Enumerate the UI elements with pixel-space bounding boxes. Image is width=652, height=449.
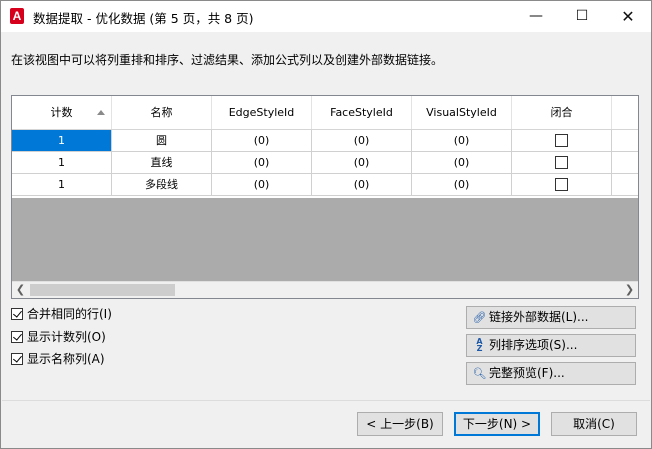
full-preview-button[interactable]: 🔍︎ 完整预览(F)... [466,362,636,385]
data-grid: 计数 名称 EdgeStyleId FaceStyleId VisualStyl… [11,95,639,299]
next-button[interactable]: 下一步(N) > [454,412,540,436]
scroll-right-arrow-icon[interactable]: ❯ [621,282,638,298]
column-header-more [612,96,638,129]
checkbox-checked-icon[interactable] [11,308,23,320]
close-button[interactable]: ✕ [605,1,651,32]
column-header-count[interactable]: 计数 [12,96,112,129]
name-cell[interactable]: 圆 [112,130,212,152]
sort-az-icon: AZ [476,337,483,353]
maximize-button[interactable]: ☐ [559,1,605,32]
autocad-app-icon: A [10,8,24,24]
visualstyleid-cell[interactable]: (0) [412,174,512,196]
name-cell[interactable]: 多段线 [112,174,212,196]
edgestyleid-cell[interactable]: (0) [212,130,312,152]
grid-header: 计数 名称 EdgeStyleId FaceStyleId VisualStyl… [12,96,638,130]
facestyleid-cell[interactable]: (0) [312,152,412,174]
checkbox-label: 合并相同的行(I) [27,307,112,321]
minimize-button[interactable]: — [513,1,559,32]
count-cell[interactable]: 1 [12,174,112,196]
column-header-edgestyleid[interactable]: EdgeStyleId [212,96,312,129]
column-header-visualstyleid[interactable]: VisualStyleId [412,96,512,129]
row-filler [612,130,638,152]
count-cell[interactable]: 1 [12,152,112,174]
checkbox-label: 显示计数列(O) [27,330,106,344]
facestyleid-cell[interactable]: (0) [312,130,412,152]
row-filler [612,174,638,196]
column-header-closed[interactable]: 闭合 [512,96,612,129]
window-title: 数据提取 - 优化数据 (第 5 页，共 8 页) [33,11,254,26]
table-row[interactable]: 1 直线 (0) (0) (0) [12,152,638,174]
visualstyleid-cell[interactable]: (0) [412,130,512,152]
edgestyleid-cell[interactable]: (0) [212,152,312,174]
closed-checkbox[interactable] [555,155,568,169]
preview-magnifier-icon: 🔍︎ [472,367,487,380]
footer-divider [2,400,650,401]
back-button[interactable]: < 上一步(B) [357,412,443,436]
closed-cell[interactable] [512,174,612,196]
checkbox-label: 显示名称列(A) [27,352,105,366]
link-icon: 🔗︎ [472,311,487,324]
closed-checkbox[interactable] [555,133,568,147]
checkbox-checked-icon[interactable] [11,353,23,365]
edgestyleid-cell[interactable]: (0) [212,174,312,196]
column-header-name[interactable]: 名称 [112,96,212,129]
closed-cell[interactable] [512,130,612,152]
sort-ascending-icon [97,110,105,115]
table-row[interactable]: 1 多段线 (0) (0) (0) [12,174,638,196]
scroll-left-arrow-icon[interactable]: ❮ [12,282,29,298]
facestyleid-cell[interactable]: (0) [312,174,412,196]
horizontal-scrollbar[interactable]: ❮ ❯ [12,281,638,298]
column-header-facestyleid[interactable]: FaceStyleId [312,96,412,129]
cancel-button[interactable]: 取消(C) [551,412,637,436]
checkbox-checked-icon[interactable] [11,331,23,343]
button-label: 链接外部数据(L)... [489,310,589,324]
button-label: 完整预览(F)... [489,366,565,380]
name-cell[interactable]: 直线 [112,152,212,174]
column-sort-options-button[interactable]: AZ 列排序选项(S)... [466,334,636,357]
visualstyleid-cell[interactable]: (0) [412,152,512,174]
dialog-window: A 数据提取 - 优化数据 (第 5 页，共 8 页) — ☐ ✕ 在该视图中可… [0,0,652,449]
scrollbar-thumb[interactable] [30,284,175,296]
grid-empty-area [12,198,638,281]
button-label: 列排序选项(S)... [489,338,578,352]
row-filler [612,152,638,174]
count-cell[interactable]: 1 [12,130,112,152]
closed-cell[interactable] [512,152,612,174]
closed-checkbox[interactable] [555,177,568,191]
title-bar: A 数据提取 - 优化数据 (第 5 页，共 8 页) — ☐ ✕ [1,1,651,32]
link-external-data-button[interactable]: 🔗︎ 链接外部数据(L)... [466,306,636,329]
column-header-label: 计数 [50,106,73,119]
table-row[interactable]: 1 圆 (0) (0) (0) [12,130,638,152]
page-description: 在该视图中可以将列重排和排序、过滤结果、添加公式列以及创建外部数据链接。 [11,53,444,67]
